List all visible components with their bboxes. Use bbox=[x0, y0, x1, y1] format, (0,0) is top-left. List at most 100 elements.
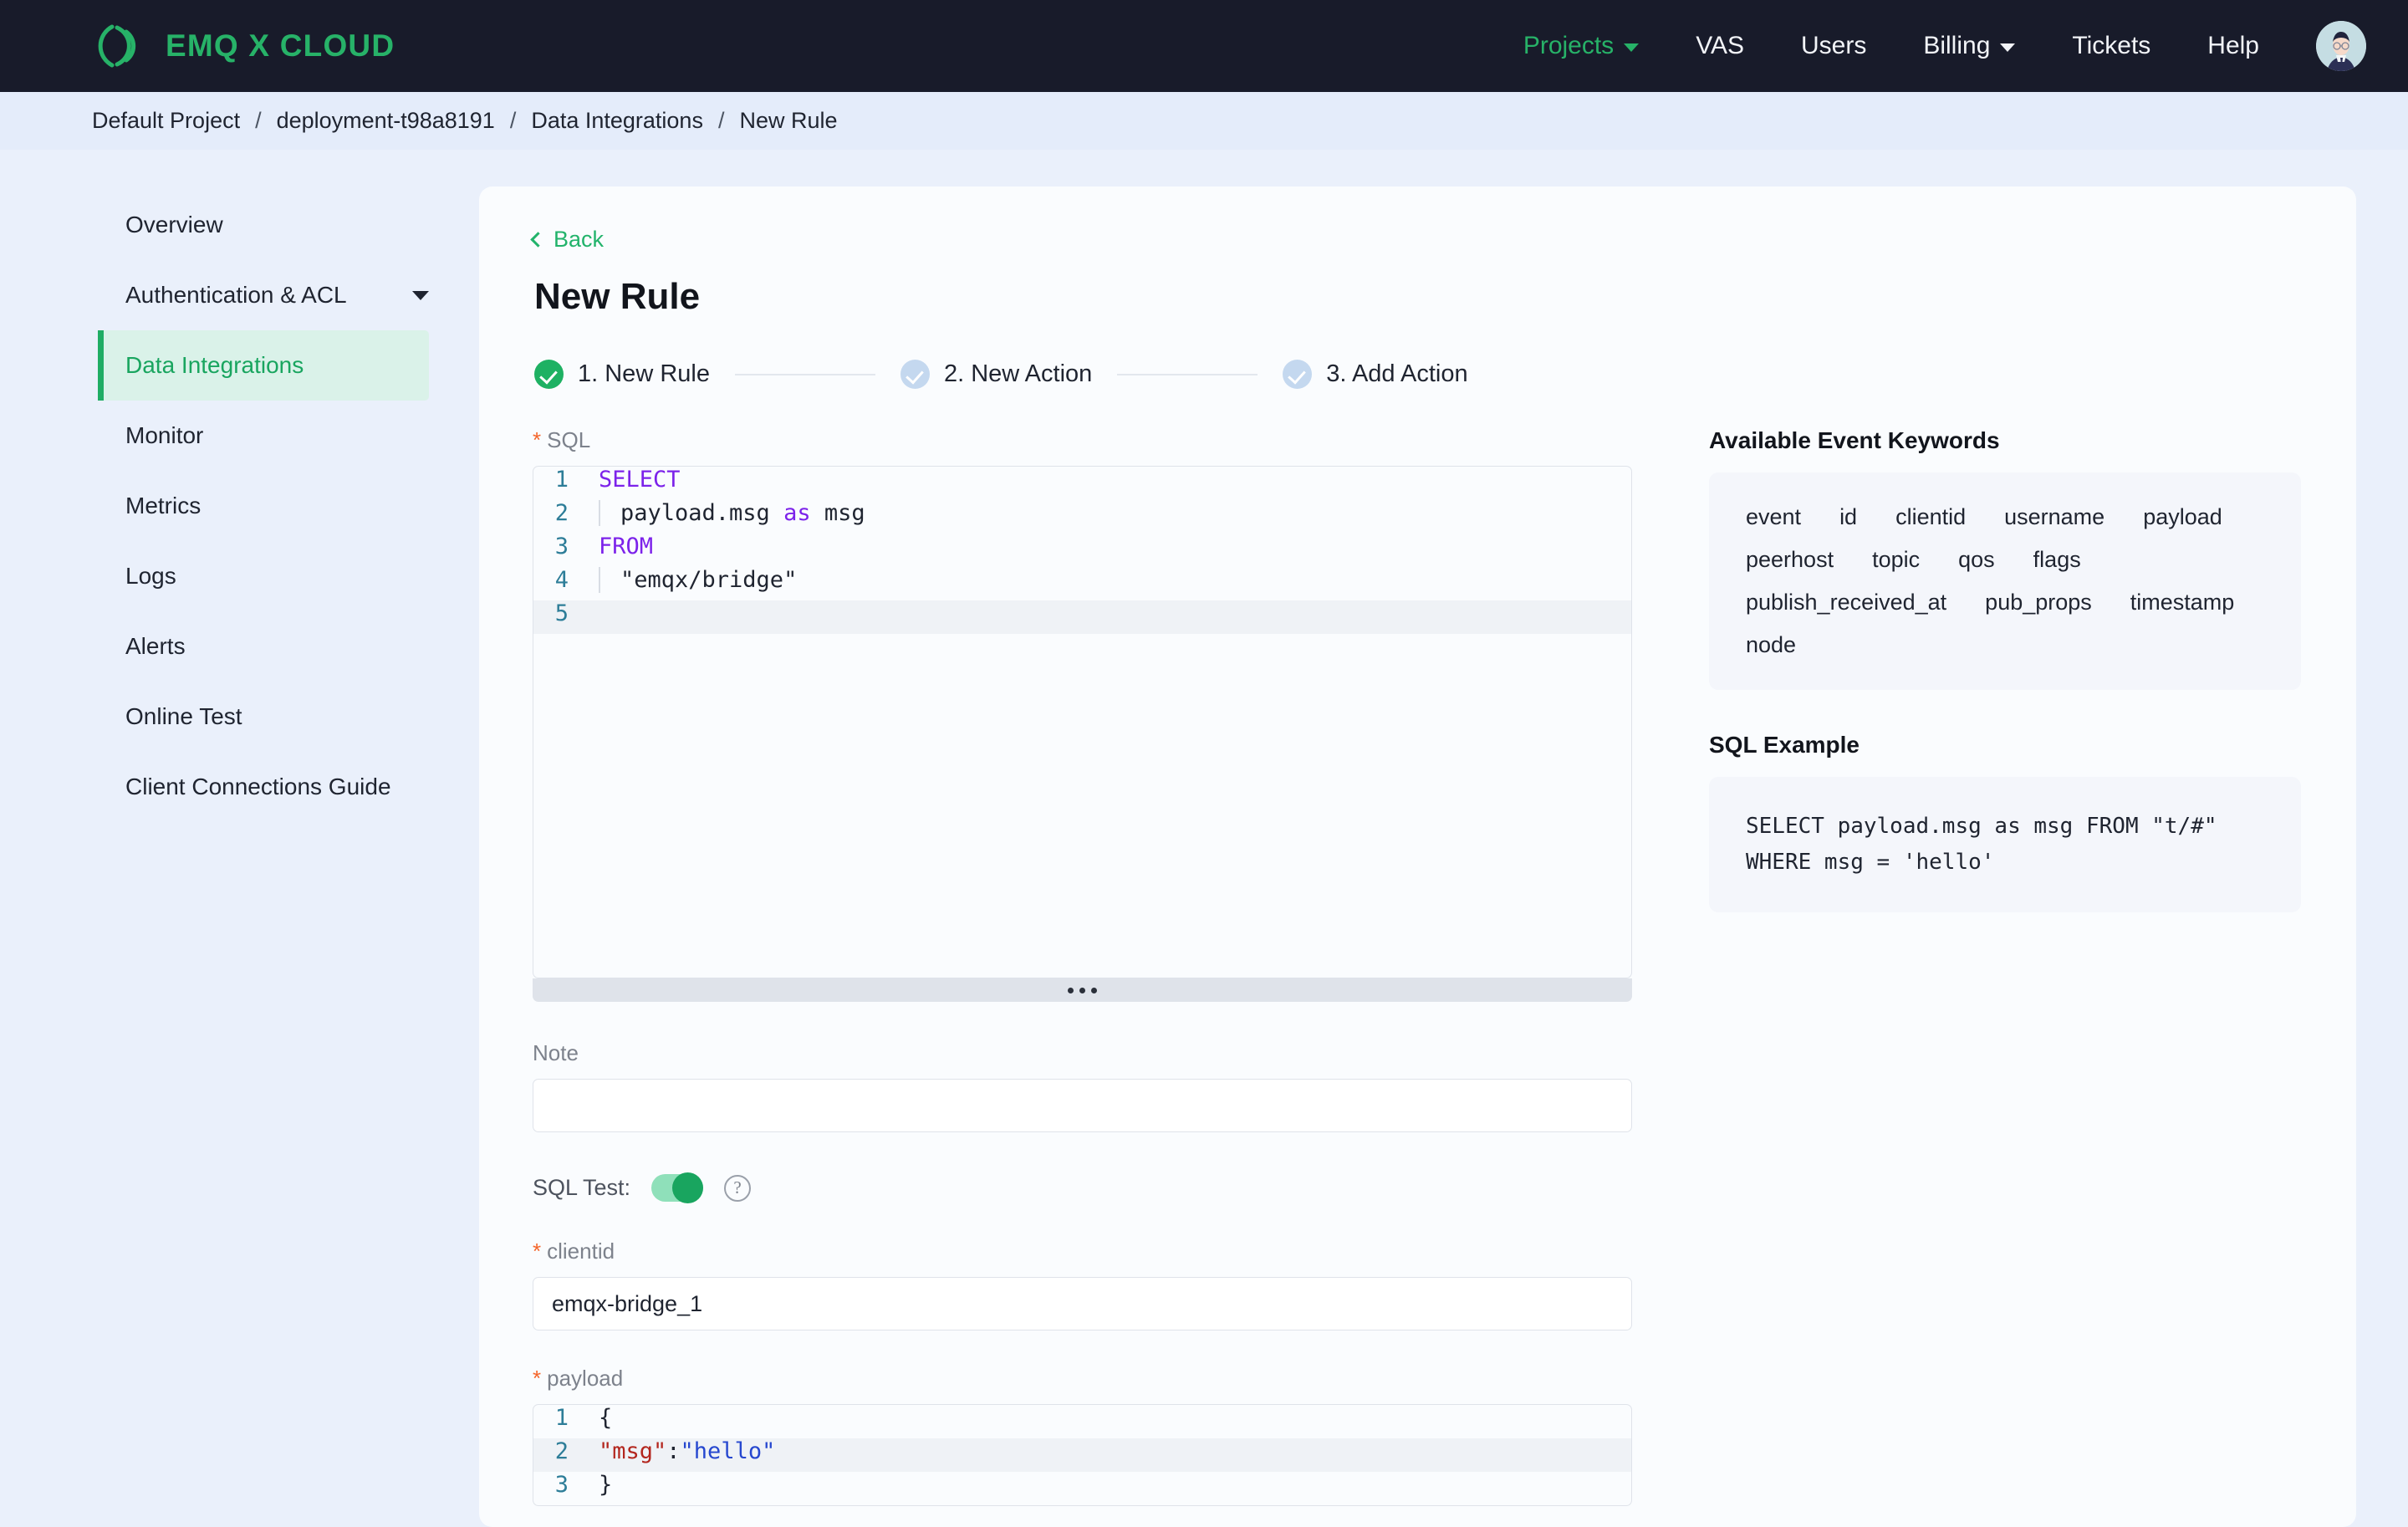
keyword-item[interactable]: id bbox=[1839, 504, 1857, 530]
nav-item-vas[interactable]: VAS bbox=[1667, 32, 1773, 60]
sidebar-item-label: Client Connections Guide bbox=[125, 774, 391, 799]
sidebar-item-logs[interactable]: Logs bbox=[98, 541, 429, 611]
keyword-item[interactable]: event bbox=[1746, 504, 1801, 530]
step-new-action[interactable]: 2. New Action bbox=[900, 360, 1092, 389]
sql-editor[interactable]: 1 SELECT 2 payload.msg as msg 3 FROM 4 "… bbox=[533, 466, 1632, 978]
check-circle-icon bbox=[534, 360, 564, 389]
keyword-item[interactable]: clientid bbox=[1895, 504, 1966, 530]
required-asterisk: * bbox=[533, 427, 542, 452]
payload-editor[interactable]: 1 { 2 "msg":"hello" 3 } bbox=[533, 1404, 1632, 1506]
sidebar-item-label: Logs bbox=[125, 563, 176, 589]
keyword-item[interactable]: peerhost bbox=[1746, 547, 1834, 573]
chevron-left-icon bbox=[530, 232, 546, 248]
brand-logo[interactable]: EMQ X CLOUD bbox=[92, 20, 395, 72]
step-connector bbox=[1117, 373, 1258, 375]
sidebar-item-label: Monitor bbox=[125, 422, 204, 448]
step-label: 2. New Action bbox=[943, 360, 1093, 387]
code-line-active: 2 "msg":"hello" bbox=[533, 1438, 1631, 1472]
line-number: 5 bbox=[554, 600, 569, 626]
note-field-label: Note bbox=[533, 1040, 579, 1065]
breadcrumb-separator: / bbox=[509, 108, 517, 133]
nav-item-users[interactable]: Users bbox=[1773, 32, 1895, 60]
breadcrumb-item-project[interactable]: Default Project bbox=[92, 108, 240, 134]
sql-example-code: SELECT payload.msg as msg FROM "t/#" WHE… bbox=[1746, 814, 2217, 875]
keyword-item[interactable]: topic bbox=[1872, 547, 1920, 573]
nav-label: Help bbox=[2207, 32, 2259, 59]
toggle-knob bbox=[672, 1172, 704, 1203]
sidebar-item-label: Metrics bbox=[125, 493, 202, 518]
nav-item-tickets[interactable]: Tickets bbox=[2043, 32, 2179, 60]
sql-field-label: * SQL bbox=[533, 427, 1632, 453]
keyword-list: event id clientid username payload peerh… bbox=[1746, 504, 2264, 658]
keyword-item[interactable]: qos bbox=[1958, 547, 1995, 573]
sql-text: "emqx/bridge" bbox=[620, 567, 798, 593]
chevron-down-icon bbox=[1624, 43, 1640, 52]
aside-column: Available Event Keywords event id client… bbox=[1709, 427, 2301, 1506]
sidebar-item-online-test[interactable]: Online Test bbox=[98, 682, 429, 752]
payload-label-text: payload bbox=[547, 1366, 624, 1391]
nav-item-projects[interactable]: Projects bbox=[1495, 32, 1667, 60]
keyword-item[interactable]: flags bbox=[2033, 547, 2081, 573]
editor-resize-handle[interactable] bbox=[533, 978, 1632, 1002]
sql-test-toggle[interactable] bbox=[651, 1172, 704, 1203]
json-colon: : bbox=[666, 1438, 681, 1464]
sidebar-item-monitor[interactable]: Monitor bbox=[98, 401, 429, 471]
line-number: 4 bbox=[554, 567, 569, 593]
step-label: 3. Add Action bbox=[1326, 360, 1468, 387]
step-label: 1. New Rule bbox=[578, 360, 710, 387]
sidebar-item-data-integrations[interactable]: Data Integrations bbox=[98, 330, 429, 401]
nav-item-help[interactable]: Help bbox=[2179, 32, 2288, 60]
breadcrumb-item-deployment[interactable]: deployment-t98a8191 bbox=[277, 108, 495, 134]
code-text: payload.msg as msg bbox=[599, 500, 865, 526]
code-line: 2 payload.msg as msg bbox=[533, 500, 1631, 534]
code-line: 3 } bbox=[533, 1472, 1631, 1505]
available-keywords-title: Available Event Keywords bbox=[1709, 427, 2000, 453]
user-avatar-icon[interactable] bbox=[2316, 21, 2366, 71]
keyword-item[interactable]: payload bbox=[2143, 504, 2222, 530]
sql-example-panel: SELECT payload.msg as msg FROM "t/#" WHE… bbox=[1709, 777, 2301, 912]
question-mark-icon[interactable]: ? bbox=[724, 1174, 752, 1202]
step-add-action[interactable]: 3. Add Action bbox=[1283, 360, 1468, 389]
breadcrumb: Default Project / deployment-t98a8191 / … bbox=[0, 92, 2408, 150]
step-connector bbox=[734, 373, 875, 375]
clientid-input[interactable] bbox=[533, 1277, 1632, 1330]
sidebar-item-metrics[interactable]: Metrics bbox=[98, 471, 429, 541]
grip-dot-icon bbox=[1091, 987, 1097, 993]
required-asterisk: * bbox=[533, 1238, 542, 1264]
emqx-logo-icon bbox=[98, 24, 136, 68]
code-text: "emqx/bridge" bbox=[599, 567, 797, 593]
code-text: } bbox=[599, 1472, 613, 1498]
code-line-active: 5 bbox=[533, 600, 1631, 634]
nav-label: VAS bbox=[1696, 32, 1744, 59]
sidebar-item-client-connections-guide[interactable]: Client Connections Guide bbox=[98, 752, 429, 822]
sql-text: msg bbox=[810, 500, 865, 526]
keyword-item[interactable]: node bbox=[1746, 632, 1796, 658]
nav-label: Users bbox=[1801, 32, 1867, 59]
line-number: 1 bbox=[554, 467, 569, 493]
sidebar-item-label: Data Integrations bbox=[125, 352, 304, 378]
sidebar-item-alerts[interactable]: Alerts bbox=[98, 611, 429, 682]
sidebar-item-authentication-acl[interactable]: Authentication & ACL bbox=[98, 260, 429, 330]
content-card: Back New Rule 1. New Rule 2. New Action … bbox=[479, 186, 2356, 1527]
sidebar-item-overview[interactable]: Overview bbox=[98, 190, 429, 260]
nav-label: Projects bbox=[1523, 32, 1615, 59]
chevron-down-icon bbox=[2000, 43, 2016, 52]
breadcrumb-item-new-rule: New Rule bbox=[739, 108, 838, 133]
keyword-item[interactable]: publish_received_at bbox=[1746, 590, 1946, 615]
brand-name: EMQ X CLOUD bbox=[166, 28, 395, 63]
code-text: SELECT bbox=[589, 467, 681, 493]
keyword-item[interactable]: username bbox=[2004, 504, 2104, 530]
check-circle-icon bbox=[1283, 360, 1313, 389]
keyword-item[interactable]: pub_props bbox=[1985, 590, 2092, 615]
keyword-item[interactable]: timestamp bbox=[2130, 590, 2235, 615]
sql-text: payload.msg bbox=[620, 500, 784, 526]
code-text: FROM bbox=[589, 534, 653, 559]
breadcrumb-item-data-integrations[interactable]: Data Integrations bbox=[531, 108, 703, 134]
sql-test-row: SQL Test: ? bbox=[533, 1172, 1632, 1203]
step-new-rule[interactable]: 1. New Rule bbox=[534, 360, 710, 389]
sql-keyword: SELECT bbox=[599, 467, 681, 493]
nav-item-billing[interactable]: Billing bbox=[1895, 32, 2043, 60]
back-button[interactable]: Back bbox=[530, 227, 2301, 253]
note-input[interactable] bbox=[533, 1079, 1632, 1132]
sidebar-item-label: Online Test bbox=[125, 703, 242, 729]
